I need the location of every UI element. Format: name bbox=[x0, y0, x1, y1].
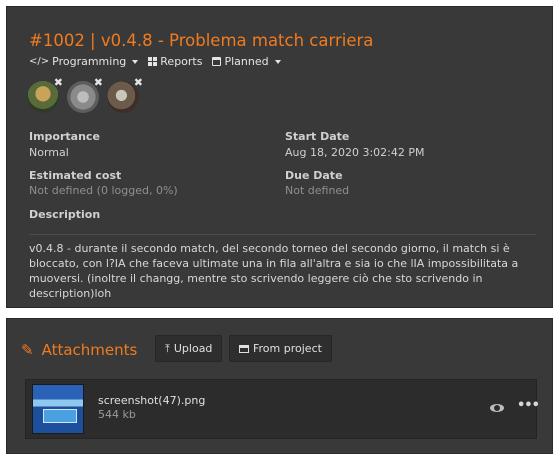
reports-label: Reports bbox=[160, 55, 203, 68]
from-project-label: From project bbox=[253, 342, 322, 355]
importance-value: Normal bbox=[29, 146, 69, 159]
start-date-label: Start Date bbox=[285, 130, 350, 143]
avatar[interactable]: ✖ bbox=[107, 76, 143, 113]
eye-icon[interactable] bbox=[489, 400, 505, 416]
attachments-panel: ✎ Attachments ⤒ Upload From project scre… bbox=[6, 318, 553, 454]
due-date-value: Not defined bbox=[285, 184, 350, 197]
calendar-icon bbox=[212, 57, 222, 66]
attachments-header: ✎ Attachments bbox=[21, 341, 137, 359]
importance-label: Importance bbox=[29, 130, 100, 143]
more-options-icon[interactable]: ••• bbox=[517, 398, 540, 413]
programming-dropdown[interactable]: </> Programming bbox=[29, 55, 139, 68]
remove-assignee-icon[interactable]: ✖ bbox=[94, 76, 103, 89]
attachment-size: 544 kb bbox=[98, 408, 136, 421]
from-project-button[interactable]: From project bbox=[229, 335, 332, 362]
attachments-title: Attachments bbox=[41, 341, 138, 359]
remove-assignee-icon[interactable]: ✖ bbox=[134, 76, 143, 89]
planned-label: Planned bbox=[224, 55, 269, 68]
planned-dropdown[interactable]: Planned bbox=[212, 55, 281, 68]
description-text[interactable]: v0.4.8 - durante il secondo match, del s… bbox=[29, 241, 539, 301]
upload-button[interactable]: ⤒ Upload bbox=[155, 335, 223, 362]
attachment-item[interactable]: screenshot(47).png 544 kb ••• bbox=[25, 379, 540, 439]
upload-icon: ⤒ bbox=[165, 341, 170, 355]
attachment-thumbnail[interactable] bbox=[32, 384, 84, 434]
estimated-cost-value: Not defined (0 logged, 0%) bbox=[29, 184, 178, 197]
due-date-label: Due Date bbox=[285, 169, 343, 182]
avatar[interactable]: ✖ bbox=[67, 76, 103, 113]
estimated-cost-label: Estimated cost bbox=[29, 169, 122, 182]
eye-pupil bbox=[494, 405, 500, 411]
avatar[interactable]: ✖ bbox=[27, 76, 63, 113]
issue-panel: #1002 | v0.4.8 - Problema match carriera… bbox=[6, 6, 553, 308]
inbox-icon bbox=[239, 344, 249, 353]
paperclip-icon: ✎ bbox=[21, 341, 34, 359]
programming-label: Programming bbox=[52, 55, 127, 68]
code-icon: </> bbox=[29, 56, 50, 67]
grid-icon bbox=[148, 57, 158, 66]
description-label: Description bbox=[29, 208, 101, 221]
start-date-value: Aug 18, 2020 3:02:42 PM bbox=[285, 146, 425, 159]
divider bbox=[29, 234, 536, 235]
upload-label: Upload bbox=[173, 342, 213, 355]
reports-button[interactable]: Reports bbox=[148, 55, 202, 68]
attachment-name[interactable]: screenshot(47).png bbox=[98, 394, 205, 407]
remove-assignee-icon[interactable]: ✖ bbox=[54, 76, 63, 89]
issue-title: #1002 | v0.4.8 - Problema match carriera bbox=[29, 31, 374, 50]
chevron-down-icon bbox=[132, 59, 139, 64]
assignee-list: ✖ ✖ ✖ bbox=[27, 76, 143, 113]
issue-toolbar: </> Programming Reports Planned bbox=[29, 55, 281, 68]
chevron-down-icon bbox=[274, 59, 281, 64]
